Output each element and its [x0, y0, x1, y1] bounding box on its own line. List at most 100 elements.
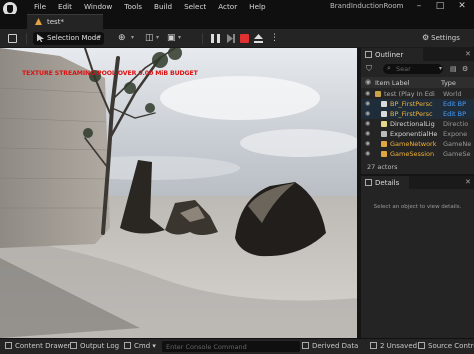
window-title: BrandInductionRoom: [330, 2, 404, 10]
outliner-tab[interactable]: Outliner: [361, 48, 423, 61]
outliner-row[interactable]: ◉ BP_FirstPersc Edit BP: [361, 99, 474, 109]
chevron-down-icon[interactable]: ▾: [131, 34, 134, 41]
outliner-panel: Outliner ✕ ⛉ ⌕ Sear ▾ ▤ ⚙ ◉ Item Label T…: [361, 48, 474, 174]
unsaved-label: 2 Unsaved: [380, 342, 418, 350]
outliner-row[interactable]: ◉ BP_FirstPersc Edit BP: [361, 109, 474, 119]
outliner-row[interactable]: ◉ GameSession GameSe: [361, 149, 474, 159]
stop-button[interactable]: [240, 34, 249, 43]
outliner-row-name: DirectionalLig: [390, 120, 435, 128]
frame-step-button[interactable]: [227, 34, 235, 43]
chevron-down-icon[interactable]: ▾: [178, 34, 181, 41]
cursor-arrow-icon: [37, 34, 44, 42]
terminal-icon: [124, 342, 131, 349]
gear-icon[interactable]: ⚙: [462, 65, 468, 73]
cmd-dropdown[interactable]: Cmd ▾: [124, 342, 156, 350]
save-icon[interactable]: [8, 34, 17, 43]
menu-actor[interactable]: Actor: [218, 2, 237, 11]
selection-mode-label: Selection Mode: [47, 34, 101, 42]
chevron-down-icon[interactable]: ▾: [156, 34, 159, 41]
texture-streaming-warning: TEXTURE STREAMING POOL OVER 0.00 MiB BUD…: [22, 70, 198, 77]
outliner-row-name: test (Play In Edi: [384, 90, 435, 98]
menu-window[interactable]: Window: [84, 2, 112, 11]
outliner-row-name: GameSession: [390, 150, 435, 158]
close-icon[interactable]: ✕: [465, 178, 471, 186]
content-drawer-icon: [5, 342, 12, 349]
actor-icon: [381, 121, 387, 127]
outliner-row-type: Directio: [443, 120, 469, 128]
level-viewport[interactable]: TEXTURE STREAMING POOL OVER 0.00 MiB BUD…: [0, 48, 359, 338]
visibility-eye-icon[interactable]: ◉: [365, 150, 370, 157]
column-item-label[interactable]: Item Label: [375, 79, 409, 87]
outliner-title: Outliner: [375, 51, 404, 59]
actor-icon: [375, 91, 381, 97]
gear-icon: ⚙: [422, 33, 430, 42]
menu-help[interactable]: Help: [249, 2, 265, 11]
menu-file[interactable]: File: [34, 2, 46, 11]
menu-build[interactable]: Build: [154, 2, 172, 11]
details-title: Details: [375, 179, 400, 187]
visibility-eye-icon[interactable]: ◉: [365, 100, 370, 107]
visibility-eye-icon[interactable]: ◉: [365, 78, 371, 86]
toolbar-divider: [202, 33, 203, 44]
actor-icon: [381, 111, 387, 117]
actor-icon: [381, 151, 387, 157]
column-type[interactable]: Type: [441, 79, 456, 87]
minimize-button[interactable]: –: [414, 1, 424, 11]
status-bar: Content Drawer Output Log Cmd ▾ Enter Co…: [0, 338, 474, 354]
derived-data-button[interactable]: Derived Data: [302, 342, 358, 350]
eject-button[interactable]: [254, 34, 263, 43]
content-drawer-button[interactable]: Content Drawer: [5, 342, 71, 350]
outliner-row[interactable]: ◉ GameNetwork GameNe: [361, 139, 474, 149]
output-log-button[interactable]: Output Log: [70, 342, 119, 350]
menu-edit[interactable]: Edit: [58, 2, 72, 11]
more-options-icon[interactable]: ⋮: [270, 33, 279, 44]
outliner-row[interactable]: ◉ DirectionalLig Directio: [361, 119, 474, 129]
source-control-button[interactable]: Source Control: [418, 342, 474, 350]
details-panel: Details ✕ Select an object to view detai…: [361, 176, 474, 338]
visibility-eye-icon[interactable]: ◉: [365, 120, 370, 127]
outliner-row-type: Expone: [443, 130, 468, 138]
close-window-button[interactable]: ✕: [457, 1, 467, 11]
tab-level-test[interactable]: test*: [27, 14, 103, 29]
source-control-label: Source Control: [428, 342, 474, 350]
console-command-input[interactable]: Enter Console Command: [162, 341, 300, 352]
toolbar-divider: [26, 33, 27, 44]
maximize-button[interactable]: □: [435, 1, 445, 11]
pause-button[interactable]: [211, 34, 220, 43]
console-placeholder: Enter Console Command: [166, 343, 247, 351]
output-log-label: Output Log: [80, 342, 120, 350]
settings-label: Settings: [431, 34, 460, 42]
details-tab-bar: Details ✕: [361, 176, 474, 189]
visibility-eye-icon[interactable]: ◉: [365, 110, 370, 117]
outliner-search-row: ⛉ ⌕ Sear ▾ ▤ ⚙: [361, 62, 474, 76]
blueprint-icon[interactable]: ◫: [145, 33, 154, 44]
details-tab[interactable]: Details: [361, 176, 409, 189]
level-icon: [35, 18, 42, 25]
visibility-eye-icon[interactable]: ◉: [365, 90, 370, 97]
outliner-row[interactable]: ◉ ExponentialHe Expone: [361, 129, 474, 139]
visibility-eye-icon[interactable]: ◉: [365, 130, 370, 137]
outliner-row[interactable]: ◉ test (Play In Edi World: [361, 89, 474, 99]
main-toolbar: Selection Mode ▾ ⊕ ▾ ◫ ▾ ▣ ▾ ⋮ ⚙ Settings: [0, 29, 474, 48]
selection-mode-dropdown[interactable]: Selection Mode ▾: [33, 32, 104, 45]
viewport-scene: [0, 48, 357, 338]
add-folder-icon[interactable]: ▤: [450, 65, 457, 73]
outliner-row-name: ExponentialHe: [390, 130, 438, 138]
edit-blueprint-link[interactable]: Edit BP: [443, 100, 473, 108]
close-icon[interactable]: ✕: [465, 50, 471, 58]
source-control-icon: [418, 342, 425, 349]
actor-icon: [381, 131, 387, 137]
tab-bar: test*: [0, 14, 474, 29]
content-drawer-label: Content Drawer: [15, 342, 71, 350]
filter-icon[interactable]: ⛉: [366, 64, 372, 74]
settings-button[interactable]: ⚙ Settings: [422, 33, 460, 42]
chevron-down-icon[interactable]: ▾: [439, 65, 442, 72]
unsaved-button[interactable]: 2 Unsaved: [370, 342, 417, 350]
menu-select[interactable]: Select: [184, 2, 206, 11]
add-content-icon[interactable]: ⊕: [118, 33, 126, 44]
menu-tools[interactable]: Tools: [124, 2, 142, 11]
outliner-search-input[interactable]: ⌕ Sear: [383, 64, 443, 74]
visibility-eye-icon[interactable]: ◉: [365, 140, 370, 147]
edit-blueprint-link[interactable]: Edit BP: [443, 110, 473, 118]
cinematics-icon[interactable]: ▣: [167, 33, 176, 44]
